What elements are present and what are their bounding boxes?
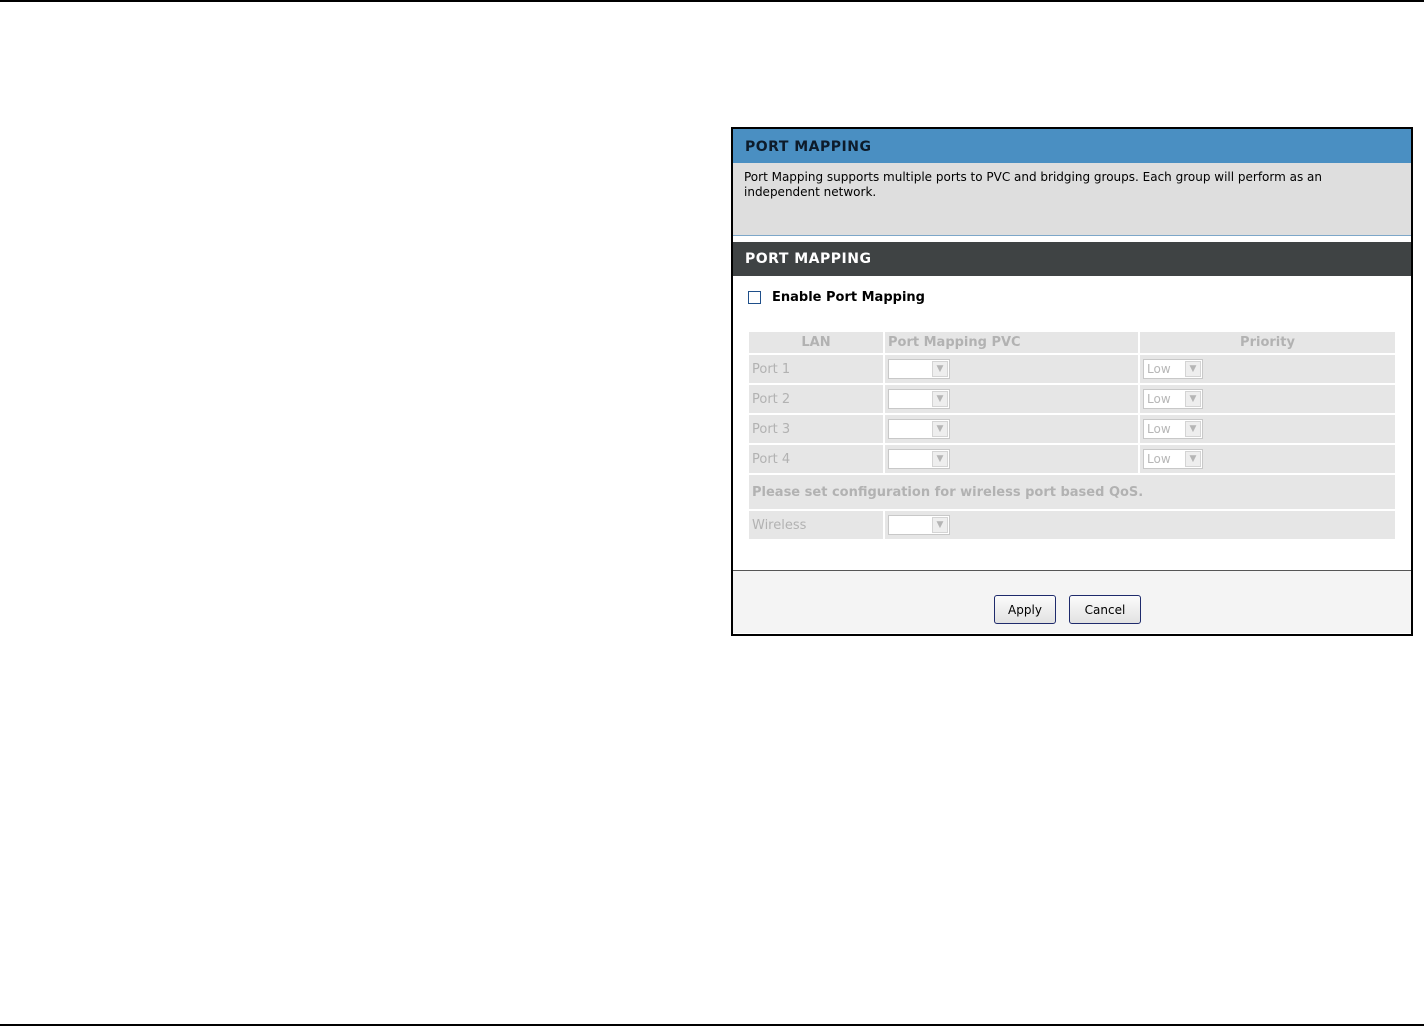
table-row: Port 1 ▼ Low ▼ bbox=[749, 355, 1395, 383]
row-pvc-cell: ▼ bbox=[885, 385, 1138, 413]
row-port-label: Port 3 bbox=[749, 415, 883, 443]
enable-port-mapping-label: Enable Port Mapping bbox=[772, 290, 925, 305]
row-port-label: Port 2 bbox=[749, 385, 883, 413]
chevron-down-icon: ▼ bbox=[932, 361, 948, 377]
header-port-mapping-pvc: Port Mapping PVC bbox=[885, 332, 1138, 353]
row-port-label: Port 1 bbox=[749, 355, 883, 383]
wireless-label: Wireless bbox=[749, 511, 883, 539]
cancel-button[interactable]: Cancel bbox=[1069, 595, 1141, 624]
enable-port-mapping-checkbox[interactable] bbox=[748, 291, 761, 304]
apply-button[interactable]: Apply bbox=[994, 595, 1056, 624]
priority-select-port-2[interactable]: Low ▼ bbox=[1143, 389, 1203, 409]
row-priority-cell: Low ▼ bbox=[1140, 445, 1395, 473]
chevron-down-icon: ▼ bbox=[1185, 451, 1201, 467]
page-top-rule bbox=[0, 0, 1424, 2]
port-mapping-table: LAN Port Mapping PVC Priority Port 1 ▼ L… bbox=[747, 330, 1397, 541]
wireless-select-cell: ▼ bbox=[885, 511, 1395, 539]
wireless-qos-note: Please set configuration for wireless po… bbox=[749, 475, 1395, 509]
chevron-down-icon: ▼ bbox=[932, 421, 948, 437]
header-lan: LAN bbox=[749, 332, 883, 353]
row-port-label: Port 4 bbox=[749, 445, 883, 473]
info-description: Port Mapping supports multiple ports to … bbox=[733, 163, 1411, 236]
table-row: Port 2 ▼ Low ▼ bbox=[749, 385, 1395, 413]
qos-note-row: Please set configuration for wireless po… bbox=[749, 475, 1395, 509]
section-title: PORT MAPPING bbox=[733, 242, 1411, 276]
header-priority: Priority bbox=[1140, 332, 1395, 353]
chevron-down-icon: ▼ bbox=[1185, 391, 1201, 407]
pvc-select-port-4[interactable]: ▼ bbox=[888, 449, 950, 469]
wireless-row: Wireless ▼ bbox=[749, 511, 1395, 539]
pvc-select-port-2[interactable]: ▼ bbox=[888, 389, 950, 409]
priority-select-value: Low bbox=[1147, 452, 1171, 466]
wireless-select[interactable]: ▼ bbox=[888, 515, 950, 535]
priority-select-port-3[interactable]: Low ▼ bbox=[1143, 419, 1203, 439]
chevron-down-icon: ▼ bbox=[932, 451, 948, 467]
info-title: PORT MAPPING bbox=[733, 129, 1411, 163]
chevron-down-icon: ▼ bbox=[932, 391, 948, 407]
section-body: Enable Port Mapping LAN Port Mapping PVC… bbox=[733, 276, 1411, 571]
pvc-select-port-3[interactable]: ▼ bbox=[888, 419, 950, 439]
row-priority-cell: Low ▼ bbox=[1140, 355, 1395, 383]
pvc-select-port-1[interactable]: ▼ bbox=[888, 359, 950, 379]
row-priority-cell: Low ▼ bbox=[1140, 415, 1395, 443]
table-row: Port 3 ▼ Low ▼ bbox=[749, 415, 1395, 443]
enable-port-mapping-row: Enable Port Mapping bbox=[748, 290, 925, 305]
priority-select-value: Low bbox=[1147, 422, 1171, 436]
row-pvc-cell: ▼ bbox=[885, 445, 1138, 473]
priority-select-value: Low bbox=[1147, 392, 1171, 406]
chevron-down-icon: ▼ bbox=[1185, 361, 1201, 377]
row-priority-cell: Low ▼ bbox=[1140, 385, 1395, 413]
row-pvc-cell: ▼ bbox=[885, 415, 1138, 443]
row-pvc-cell: ▼ bbox=[885, 355, 1138, 383]
port-mapping-panel: PORT MAPPING Port Mapping supports multi… bbox=[731, 127, 1413, 636]
table-row: Port 4 ▼ Low ▼ bbox=[749, 445, 1395, 473]
chevron-down-icon: ▼ bbox=[1185, 421, 1201, 437]
button-bar: Apply Cancel bbox=[733, 571, 1411, 633]
page-bottom-rule bbox=[0, 1024, 1424, 1026]
table-header-row: LAN Port Mapping PVC Priority bbox=[749, 332, 1395, 353]
priority-select-port-4[interactable]: Low ▼ bbox=[1143, 449, 1203, 469]
chevron-down-icon: ▼ bbox=[932, 517, 948, 533]
priority-select-port-1[interactable]: Low ▼ bbox=[1143, 359, 1203, 379]
priority-select-value: Low bbox=[1147, 362, 1171, 376]
